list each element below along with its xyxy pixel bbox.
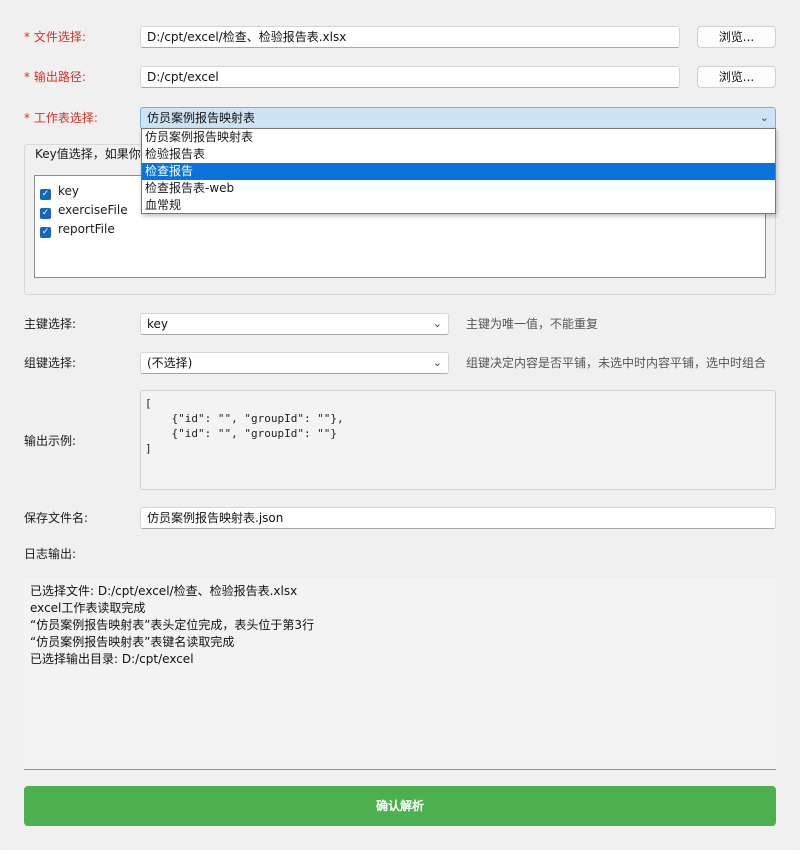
group-key-hint: 组键决定内容是否平铺，未选中时内容平铺，选中时组合 [466, 356, 767, 370]
file-path-field[interactable]: D:/cpt/excel/检查、检验报告表.xlsx [140, 26, 680, 48]
sheet-option[interactable]: 检查报告表-web [142, 180, 775, 197]
key-group-title: Key值选择，如果你 [32, 146, 144, 162]
primary-key-select[interactable]: key ⌄ [140, 313, 449, 335]
log-line: 已选择文件: D:/cpt/excel/检查、检验报告表.xlsx [30, 584, 298, 598]
primary-key-label: 主键选择: [24, 317, 77, 331]
output-path-field[interactable]: D:/cpt/excel [140, 66, 680, 88]
log-output[interactable]: 已选择文件: D:/cpt/excel/检查、检验报告表.xlsx excel工… [24, 578, 776, 770]
output-label: * 输出路径: [24, 70, 86, 84]
output-example-code: [ {"id": "", "groupId": ""}, {"id": "", … [140, 390, 776, 490]
key-item-reportfile[interactable]: ✓ reportFile [40, 221, 115, 238]
sheet-dropdown-list[interactable]: 仿员案例报告映射表 检验报告表 检查报告 检查报告表-web 血常规 [141, 128, 776, 214]
chevron-down-icon: ⌄ [759, 111, 769, 124]
checkbox-checked-icon[interactable]: ✓ [40, 208, 51, 219]
save-filename-field[interactable]: 仿员案例报告映射表.json [140, 507, 776, 529]
output-example-label: 输出示例: [24, 434, 77, 448]
primary-key-hint: 主键为唯一值，不能重复 [466, 317, 599, 331]
sheet-option[interactable]: 血常规 [142, 197, 775, 214]
checkbox-checked-icon[interactable]: ✓ [40, 227, 51, 238]
key-item-key[interactable]: ✓ key [40, 183, 79, 200]
log-line: “仿员案例报告映射表”表头定位完成，表头位于第3行 [30, 618, 315, 632]
sheet-option[interactable]: 仿员案例报告映射表 [142, 129, 775, 146]
sheet-select[interactable]: 仿员案例报告映射表 ⌄ [140, 107, 776, 129]
group-key-label: 组键选择: [24, 356, 77, 370]
sheet-option-highlighted[interactable]: 检查报告 [142, 163, 775, 180]
group-key-select[interactable]: (不选择) ⌄ [140, 352, 449, 374]
group-key-value: (不选择) [147, 356, 193, 370]
log-line: “仿员案例报告映射表”表键名读取完成 [30, 635, 235, 649]
checkbox-checked-icon[interactable]: ✓ [40, 189, 51, 200]
save-filename-label: 保存文件名: [24, 511, 89, 525]
output-browse-button[interactable]: 浏览... [697, 66, 776, 88]
main-window: * 文件选择: D:/cpt/excel/检查、检验报告表.xlsx 浏览...… [0, 0, 800, 850]
primary-key-value: key [147, 317, 169, 331]
sheet-label: * 工作表选择: [24, 111, 98, 125]
log-line: excel工作表读取完成 [30, 601, 146, 615]
key-item-exercisefile[interactable]: ✓ exerciseFile [40, 202, 128, 219]
sheet-option[interactable]: 检验报告表 [142, 146, 775, 163]
file-label: * 文件选择: [24, 30, 86, 44]
log-line: 已选择输出目录: D:/cpt/excel [30, 652, 194, 666]
log-label: 日志输出: [24, 547, 77, 561]
chevron-down-icon: ⌄ [432, 317, 442, 330]
sheet-select-value: 仿员案例报告映射表 [147, 111, 256, 125]
confirm-parse-button[interactable]: 确认解析 [24, 786, 776, 826]
chevron-down-icon: ⌄ [432, 356, 442, 369]
file-browse-button[interactable]: 浏览... [697, 26, 776, 48]
